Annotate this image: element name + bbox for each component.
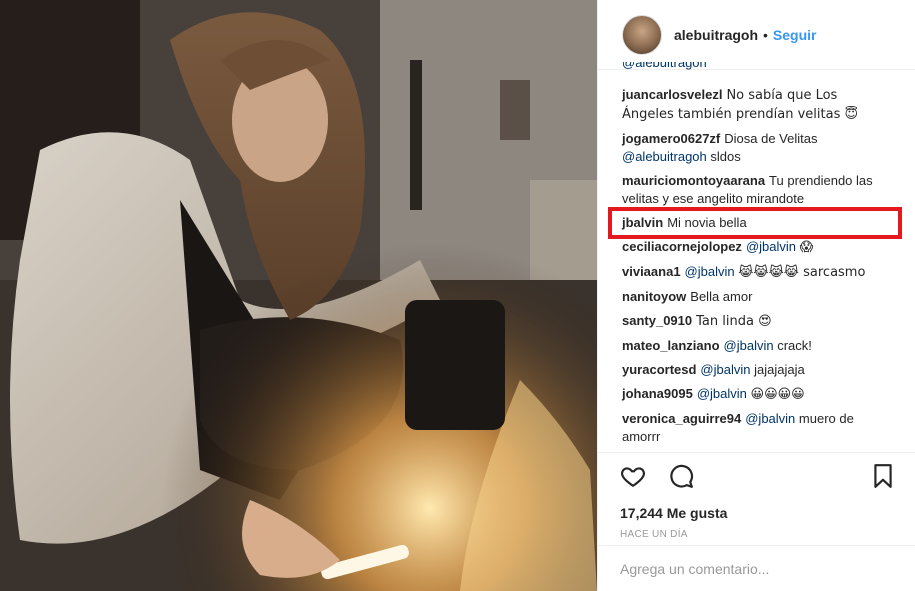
heart-icon[interactable] [620,463,646,489]
comment-text: Mi novia bella [667,215,747,230]
action-icons [620,463,896,489]
list-item: yuracortesd @jbalvin jajajajaja [622,361,884,379]
comment-text: sldos [706,149,741,164]
comment-username[interactable]: yuracortesd [622,362,696,377]
comment-text: Tan linda 😍 [696,314,772,329]
comment-text: 😀😀😀😀 [750,387,805,402]
add-comment-bar [598,545,915,591]
list-item: @alebuitragoh [622,62,884,76]
follow-button[interactable]: Seguir [773,27,817,43]
post-timestamp[interactable]: HACE UN DÍA [620,529,896,540]
comment-text: jajajajaja [754,362,805,377]
list-item: mauriciomontoyaarana Tu prendiendo las ve… [622,172,884,208]
comment-username[interactable]: viviaana1 [622,264,681,279]
list-item: nanitoyow Bella amor [622,288,884,306]
comment-text: Bella amor [690,289,753,304]
side-panel: alebuitragoh • Seguir @alebuitragoh juan… [597,0,915,591]
comment-username[interactable]: jbalvin [622,215,663,230]
comment-username[interactable]: veronica_aguirre94 [622,411,741,426]
comment-username[interactable]: jogamero0627zf [622,131,720,146]
mention-link[interactable]: @jbalvin [700,362,750,377]
likes-count[interactable]: 17,244 Me gusta [620,505,896,521]
mention-link[interactable]: @jbalvin [746,239,796,254]
list-item: veronica_aguirre94 @jbalvin muero de amor… [622,410,884,446]
list-item: santy_0910 Tan linda 😍 [622,312,884,331]
mention-link[interactable]: @jbalvin [724,338,774,353]
comment-text: crack! [777,338,812,353]
comment-text: 😹😹😹😹 sarcasmo [738,265,866,280]
photo-illustration [0,0,597,591]
instagram-post: alebuitragoh • Seguir @alebuitragoh juan… [0,0,915,591]
comment-username[interactable]: mauriciomontoyaarana [622,173,765,188]
list-item: ceciliacornejolopez @jbalvin 😱 [622,238,884,257]
owner-username[interactable]: alebuitragoh [674,27,758,43]
comment-username[interactable]: nanitoyow [622,289,686,304]
list-item: juancarlosvelezl No sabía que Los Ángeles… [622,86,884,124]
comment-icon[interactable] [668,463,694,489]
separator-dot: • [763,26,768,43]
comment-username[interactable]: juancarlosvelezl [622,87,722,102]
comment-username[interactable]: johana9095 [622,386,693,401]
avatar[interactable] [622,14,662,55]
bookmark-icon[interactable] [870,463,896,489]
comment-username[interactable]: ceciliacornejolopez [622,239,742,254]
comment-username[interactable]: santy_0910 [622,313,692,328]
comment-username[interactable]: mateo_lanziano [622,338,720,353]
comment-input[interactable] [620,560,890,577]
mention-link[interactable]: @jbalvin [697,386,747,401]
list-item-highlighted: jbalvin Mi novia bella [622,214,884,232]
post-photo[interactable] [0,0,597,591]
mention-link[interactable]: @jbalvin [745,411,795,426]
mention-link[interactable]: @alebuitragoh [622,149,707,164]
mention-link[interactable]: @alebuitragoh [622,62,707,70]
comment-text: Diosa de Velitas [724,131,818,146]
list-item: viviaana1 @jbalvin 😹😹😹😹 sarcasmo [622,263,884,282]
list-item: mateo_lanziano @jbalvin crack! [622,337,884,355]
comment-text: 😱 [799,240,814,255]
list-item: johana9095 @jbalvin 😀😀😀😀 [622,385,884,404]
comments-list[interactable]: @alebuitragoh juancarlosvelezl No sabía q… [598,60,915,452]
mention-link[interactable]: @jbalvin [685,264,735,279]
list-item: jogamero0627zf Diosa de Velitas @alebuitr… [622,130,884,166]
